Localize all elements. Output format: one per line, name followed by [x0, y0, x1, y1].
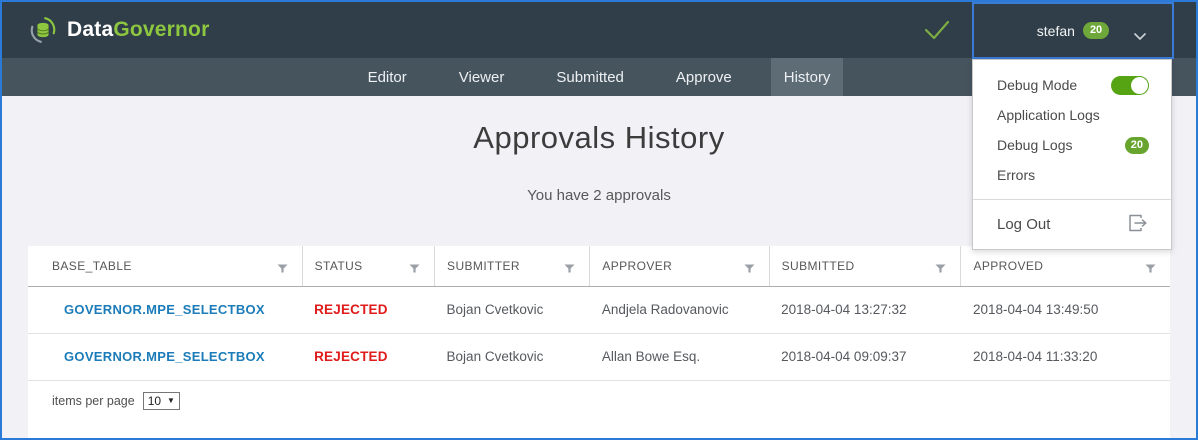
debug-mode-toggle[interactable]	[1111, 76, 1149, 95]
filter-icon[interactable]	[409, 262, 420, 276]
column-header-submitter: SUBMITTER	[435, 246, 590, 286]
user-menu-button[interactable]: stefan 20	[972, 2, 1174, 59]
base-table-link[interactable]: GOVERNOR.MPE_SELECTBOX	[64, 349, 265, 364]
column-header-submitted: SUBMITTED	[769, 246, 961, 286]
user-name: stefan	[1037, 23, 1075, 39]
logo-text-governor: Governor	[113, 18, 209, 41]
submitted-cell: 2018-04-04 09:09:37	[769, 333, 961, 380]
approvals-table: BASE_TABLE STATUS SUBMITTER APPROVER SUB…	[28, 246, 1170, 381]
success-check-icon	[922, 18, 952, 47]
approver-cell: Allan Bowe Esq.	[590, 333, 769, 380]
menu-item-debug-logs[interactable]: Debug Logs 20	[973, 130, 1171, 160]
column-header-approver: APPROVER	[590, 246, 769, 286]
items-per-page-select[interactable]: 10 ▼	[143, 392, 180, 410]
base-table-link[interactable]: GOVERNOR.MPE_SELECTBOX	[64, 302, 265, 317]
filter-icon[interactable]	[1145, 262, 1156, 276]
tab-history[interactable]: History	[771, 58, 844, 96]
table-row: GOVERNOR.MPE_SELECTBOX REJECTED Bojan Cv…	[28, 333, 1170, 380]
menu-item-debug-mode[interactable]: Debug Mode	[973, 70, 1171, 100]
errors-label: Errors	[997, 167, 1035, 183]
tab-approve[interactable]: Approve	[663, 58, 745, 96]
tab-viewer[interactable]: Viewer	[446, 58, 518, 96]
select-arrow-icon: ▼	[167, 396, 175, 405]
status-badge: REJECTED	[314, 302, 388, 317]
column-header-base-table: BASE_TABLE	[28, 246, 302, 286]
menu-item-logout[interactable]: Log Out	[973, 200, 1171, 249]
debug-mode-label: Debug Mode	[997, 77, 1077, 93]
status-badge: REJECTED	[314, 349, 388, 364]
items-per-page-label: items per page	[52, 394, 135, 408]
filter-icon[interactable]	[564, 262, 575, 276]
approved-cell: 2018-04-04 11:33:20	[961, 333, 1170, 380]
filter-icon[interactable]	[744, 262, 755, 276]
approver-cell: Andjela Radovanovic	[590, 286, 769, 333]
application-logs-label: Application Logs	[997, 107, 1100, 123]
items-per-page-value: 10	[148, 394, 161, 408]
user-badge: 20	[1083, 22, 1109, 39]
approvals-table-card: BASE_TABLE STATUS SUBMITTER APPROVER SUB…	[28, 246, 1170, 438]
chevron-down-icon	[1134, 28, 1146, 46]
menu-item-errors[interactable]: Errors	[973, 160, 1171, 190]
table-header-row: BASE_TABLE STATUS SUBMITTER APPROVER SUB…	[28, 246, 1170, 286]
logout-label: Log Out	[997, 216, 1050, 233]
column-header-status: STATUS	[302, 246, 434, 286]
tab-editor[interactable]: Editor	[355, 58, 420, 96]
approved-cell: 2018-04-04 13:49:50	[961, 286, 1170, 333]
debug-logs-badge: 20	[1125, 137, 1149, 154]
database-sync-icon	[28, 15, 58, 45]
table-footer: items per page 10 ▼	[28, 381, 1170, 410]
logout-icon	[1125, 211, 1149, 239]
logo-text-data: Data	[67, 18, 113, 41]
tab-submitted[interactable]: Submitted	[543, 58, 637, 96]
debug-logs-label: Debug Logs	[997, 137, 1073, 153]
submitter-cell: Bojan Cvetkovic	[435, 333, 590, 380]
table-row: GOVERNOR.MPE_SELECTBOX REJECTED Bojan Cv…	[28, 286, 1170, 333]
app-logo: DataGovernor	[28, 15, 209, 45]
menu-item-application-logs[interactable]: Application Logs	[973, 100, 1171, 130]
app-window: DataGovernor stefan 20 Editor Viewer Sub…	[0, 0, 1198, 440]
filter-icon[interactable]	[935, 262, 946, 276]
column-header-approved: APPROVED	[961, 246, 1170, 286]
user-dropdown-menu: Debug Mode Application Logs Debug Logs 2…	[972, 59, 1172, 250]
filter-icon[interactable]	[277, 262, 288, 276]
top-bar: DataGovernor stefan 20	[2, 2, 1196, 58]
submitted-cell: 2018-04-04 13:27:32	[769, 286, 961, 333]
logo-text: DataGovernor	[67, 18, 209, 42]
submitter-cell: Bojan Cvetkovic	[435, 286, 590, 333]
toggle-knob	[1131, 77, 1148, 94]
